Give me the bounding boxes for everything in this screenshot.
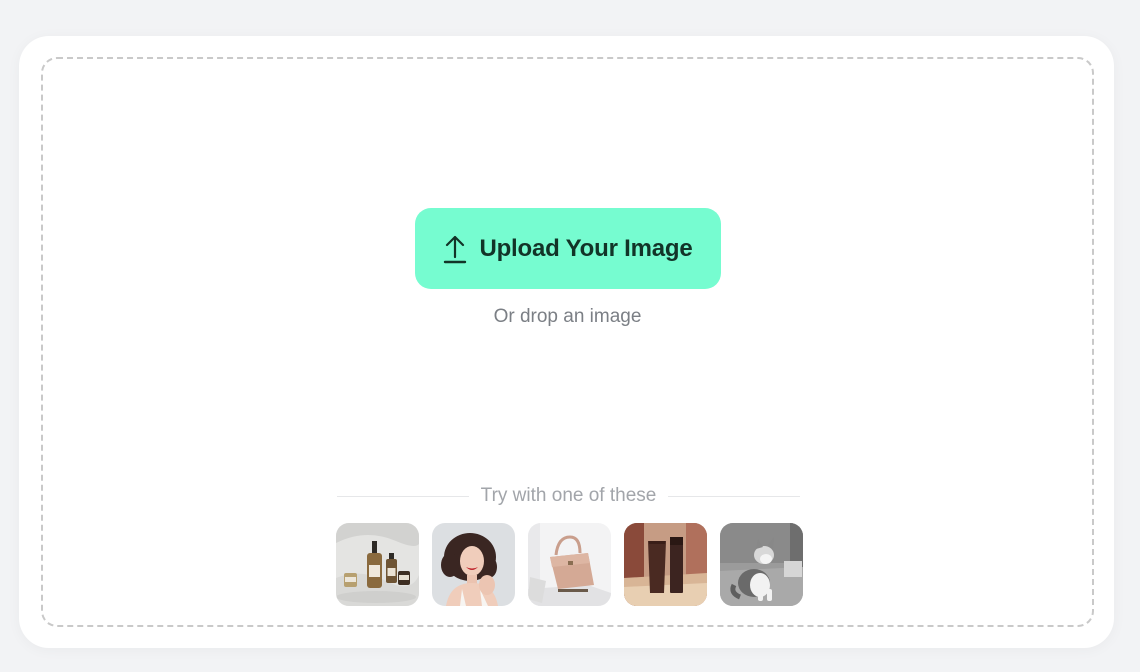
try-heading-text: Try with one of these	[480, 485, 657, 506]
tubes-thumbnail-icon	[624, 523, 707, 606]
kitten-thumbnail-icon	[720, 523, 803, 606]
upload-arrow-icon	[444, 235, 467, 263]
upload-card: Upload Your Image Or drop an image Try w…	[19, 36, 1114, 648]
sample-image-kitten[interactable]	[720, 523, 803, 606]
image-dropzone[interactable]: Upload Your Image Or drop an image Try w…	[41, 57, 1094, 627]
upload-button-label: Upload Your Image	[479, 234, 693, 262]
sample-images-heading: Try with one of these	[337, 484, 801, 508]
sample-image-handbag[interactable]	[528, 523, 611, 606]
skincare-thumbnail-icon	[336, 523, 419, 606]
divider-right	[668, 495, 801, 497]
sample-image-woman[interactable]	[432, 523, 515, 606]
drop-hint-text: Or drop an image	[493, 306, 642, 327]
divider-left	[337, 495, 469, 497]
upload-image-button[interactable]: Upload Your Image	[415, 208, 721, 289]
sample-image-tubes[interactable]	[624, 523, 707, 606]
sample-image-skincare[interactable]	[336, 523, 419, 606]
sample-images-list	[336, 523, 803, 606]
handbag-thumbnail-icon	[528, 523, 611, 606]
woman-thumbnail-icon	[432, 523, 515, 606]
